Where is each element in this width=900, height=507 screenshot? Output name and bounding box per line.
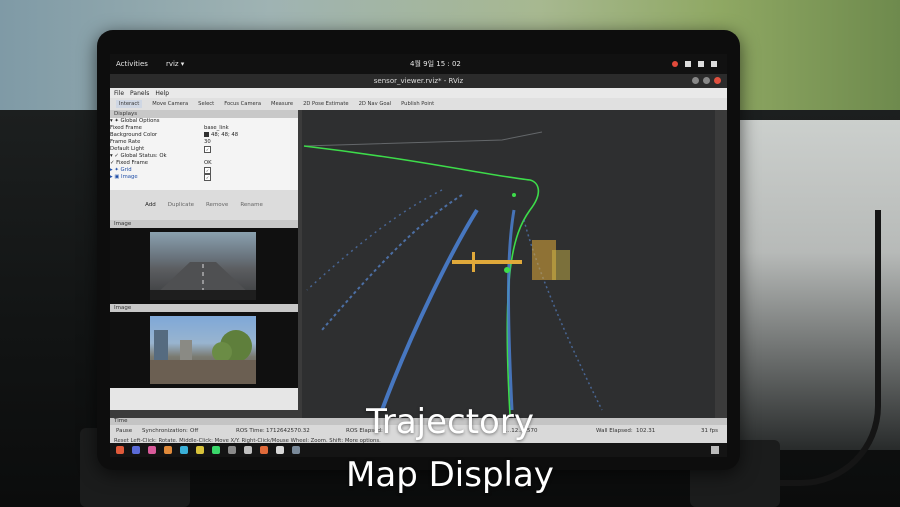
tool-2d-pose-estimate[interactable]: 2D Pose Estimate xyxy=(303,101,349,107)
display-row-value: OK xyxy=(204,160,212,166)
image-panel-header: Image xyxy=(110,220,298,228)
app-icon[interactable] xyxy=(148,446,156,454)
activities-button[interactable]: Activities xyxy=(116,60,148,68)
tool-select[interactable]: Select xyxy=(198,101,214,107)
system-topbar: Activities rviz ▾ 4월 9일 15 : 02 xyxy=(110,54,727,74)
system-tray[interactable] xyxy=(672,61,717,67)
tool-focus-camera[interactable]: Focus Camera xyxy=(224,101,261,107)
maximize-icon[interactable] xyxy=(703,77,710,84)
displays-tree[interactable]: ▾ ✦ Global Options Fixed Frame base_link … xyxy=(110,118,298,190)
add-button[interactable]: Add xyxy=(145,202,156,208)
display-row-key: ▾ ✦ Global Options xyxy=(110,118,160,124)
display-row-key: Frame Rate xyxy=(110,139,141,145)
window-titlebar: sensor_viewer.rviz* - RViz xyxy=(110,74,727,88)
display-row[interactable]: ▾ ✦ Global Options xyxy=(110,118,298,125)
app-icon[interactable] xyxy=(132,446,140,454)
menu-panels[interactable]: Panels xyxy=(130,90,149,97)
clock[interactable]: 4월 9일 15 : 02 xyxy=(410,59,461,69)
display-row[interactable]: Background Color 48; 48; 48 xyxy=(110,132,298,139)
wifi-icon xyxy=(685,61,691,67)
3d-viewport[interactable] xyxy=(302,110,715,418)
display-row-key: ▸ ✦ Grid xyxy=(110,167,132,173)
checkbox[interactable]: ✓ xyxy=(204,167,211,174)
menu-help[interactable]: Help xyxy=(155,90,169,97)
remove-button[interactable]: Remove xyxy=(206,202,228,208)
app-icon[interactable] xyxy=(244,446,252,454)
display-row-value[interactable]: 48; 48; 48 xyxy=(204,132,238,139)
minimize-icon[interactable] xyxy=(692,77,699,84)
checkbox[interactable]: ✓ xyxy=(204,146,211,153)
displays-header: Displays xyxy=(110,110,298,118)
tool-interact[interactable]: Interact xyxy=(116,100,143,108)
display-row-key: ✓ Fixed Frame xyxy=(110,160,149,166)
battery-icon xyxy=(711,61,717,67)
caption-line-2: Map Display xyxy=(346,455,554,495)
image-panel-header: Image xyxy=(110,304,298,312)
app-icon[interactable] xyxy=(292,446,300,454)
color-value: 48; 48; 48 xyxy=(211,132,239,138)
display-row[interactable]: Fixed Frame base_link xyxy=(110,125,298,132)
display-row-key: ▸ ▣ Image xyxy=(110,174,138,180)
app-icon[interactable] xyxy=(260,446,268,454)
app-icon[interactable] xyxy=(276,446,284,454)
duplicate-button[interactable]: Duplicate xyxy=(168,202,194,208)
app-icon[interactable] xyxy=(180,446,188,454)
tool-publish-point[interactable]: Publish Point xyxy=(401,101,434,107)
laptop-screen: Activities rviz ▾ 4월 9일 15 : 02 sensor_v… xyxy=(110,54,727,457)
app-icon[interactable] xyxy=(196,446,204,454)
left-dock: Displays ▾ ✦ Global Options Fixed Frame b… xyxy=(110,110,298,410)
front-camera-image xyxy=(150,232,256,300)
image-panel-front: Image xyxy=(110,220,298,304)
chrome-icon[interactable] xyxy=(212,446,220,454)
trajectory-path xyxy=(303,145,540,416)
photo-scene: Activities rviz ▾ 4월 9일 15 : 02 sensor_v… xyxy=(0,0,900,507)
tool-bar: Interact Move Camera Select Focus Camera… xyxy=(110,98,727,110)
app-menu[interactable]: rviz ▾ xyxy=(166,60,184,68)
checkbox[interactable]: ✓ xyxy=(204,174,211,181)
app-icon[interactable] xyxy=(228,446,236,454)
window-title: sensor_viewer.rviz* - RViz xyxy=(373,77,464,85)
rename-button[interactable]: Rename xyxy=(240,202,263,208)
display-row[interactable]: Frame Rate 30 xyxy=(110,139,298,146)
display-row[interactable]: ▸ ▣ Image ✓ xyxy=(110,174,298,181)
caption-line-1: Trajectory xyxy=(366,402,534,442)
tool-move-camera[interactable]: Move Camera xyxy=(152,101,188,107)
record-icon xyxy=(672,61,678,67)
display-row-key: Fixed Frame xyxy=(110,125,142,131)
side-camera-image xyxy=(150,316,256,384)
color-swatch xyxy=(204,132,209,137)
display-row[interactable]: ▾ ✓ Global Status: Ok xyxy=(110,153,298,160)
display-row[interactable]: ▸ ✦ Grid ✓ xyxy=(110,167,298,174)
tool-2d-nav-goal[interactable]: 2D Nav Goal xyxy=(359,101,392,107)
close-icon[interactable] xyxy=(714,77,721,84)
displays-buttons: Add Duplicate Remove Rename xyxy=(110,190,298,220)
display-row-key: Background Color xyxy=(110,132,158,138)
display-row[interactable]: ✓ Fixed Frame OK xyxy=(110,160,298,167)
app-icon[interactable] xyxy=(116,446,124,454)
tool-measure[interactable]: Measure xyxy=(271,101,293,107)
menu-bar: File Panels Help xyxy=(110,88,727,98)
vehicle-points xyxy=(452,260,522,264)
apps-grid-icon[interactable] xyxy=(711,446,719,454)
display-row-value[interactable]: base_link xyxy=(204,125,229,132)
app-icon[interactable] xyxy=(164,446,172,454)
lidar-curb-left xyxy=(380,208,479,411)
volume-icon xyxy=(698,61,704,67)
display-row-key: Default Light xyxy=(110,146,145,152)
display-row-value[interactable]: 30 xyxy=(204,139,211,146)
display-row-key: ▾ ✓ Global Status: Ok xyxy=(110,153,167,159)
menu-file[interactable]: File xyxy=(114,90,124,97)
display-row[interactable]: Default Light ✓ xyxy=(110,146,298,153)
image-panel-side: Image xyxy=(110,304,298,388)
